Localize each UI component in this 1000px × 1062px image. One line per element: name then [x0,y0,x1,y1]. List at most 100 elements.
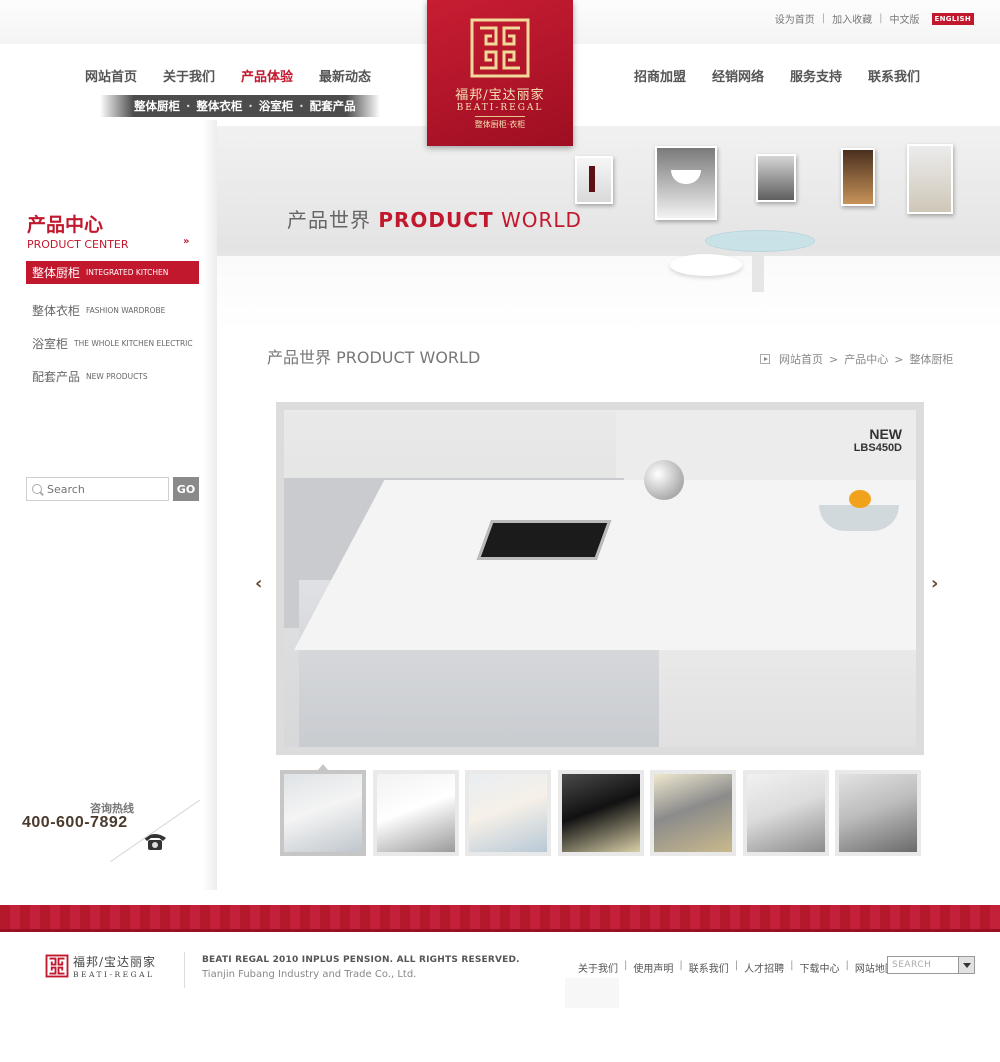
flower-picture-frame [907,144,953,214]
photo-kettle [644,460,684,500]
set-homepage-link[interactable]: 设为首页 [775,11,815,26]
sidebar-search: GO [26,477,199,501]
wine-bottle-shape [589,166,595,192]
sidebar-item-accessories[interactable]: 配套产品 NEW PRODUCTS [26,360,199,393]
kitchen-picture-frame [756,154,796,202]
nav-item-home[interactable]: 网站首页 [85,66,137,85]
product-subnav: 整体厨柜 · 整体衣柜 · 浴室柜 · 配套产品 [100,95,380,117]
footer-logo-text: 福邦/宝达丽家 BEATI-REGAL [73,953,156,979]
thumbnail-sink-faucet[interactable] [835,770,921,856]
banner-glass-table [705,230,815,252]
nav-item-news[interactable]: 最新动态 [319,66,371,85]
thumbnail-kitchen-island[interactable] [280,764,366,856]
new-badge: NEW [869,426,902,442]
double-chevron-right-icon[interactable]: » [183,236,189,247]
breadcrumb-home[interactable]: 网站首页 [779,351,823,367]
footer-search-select[interactable]: SEARCH [887,956,975,974]
subnav-item-bathroom[interactable]: 浴室柜 [259,98,294,114]
banner-title: 产品世界 PRODUCT WORLD [287,204,582,233]
separator: · [186,99,191,113]
footer-link-about[interactable]: 关于我们 [578,960,618,975]
separator: | [734,960,739,971]
separator: · [248,99,253,113]
separator: | [624,960,628,971]
hero-banner: 产品世界 PRODUCT WORLD [215,126,1000,331]
logo-emblem-icon [470,18,530,78]
hotline-decor-line [110,800,200,862]
thumbnail-oven[interactable] [557,770,644,856]
thumbnail-image [839,774,917,852]
company-name: Tianjin Fubang Industry and Trade Co., L… [202,969,417,980]
separator: | [790,960,794,971]
sidebar-item-label-cn: 配套产品 [32,369,81,384]
sidebar-title-cn: 产品中心 [27,214,104,236]
sidebar-item-label-cn: 整体厨柜 [32,265,81,280]
nav-item-dealers[interactable]: 经销网络 [712,66,764,85]
brand-logo[interactable]: 福邦/宝达丽家 BEATI-REGAL 整体厨柜·衣柜 [427,0,573,146]
footer-link-terms[interactable]: 使用声明 [633,960,673,975]
banner-floor [215,256,1000,331]
breadcrumb-kitchen[interactable]: 整体厨柜 [909,351,953,367]
photo-cooktop [476,520,612,560]
sidebar-item-bathroom[interactable]: 浴室柜 THE WHOLE KITCHEN ELECTRIC [26,327,199,360]
sidebar-item-wardrobe[interactable]: 整体衣柜 FASHION WARDROBE [26,294,199,327]
product-main-image: NEW LBS450D [284,410,916,747]
sidebar-item-kitchen[interactable]: 整体厨柜 INTEGRATED KITCHEN [26,261,199,284]
banner-title-en-bold: PRODUCT [378,208,494,232]
banner-pillow [670,254,742,276]
hotline: 咨询热线 400-600-7892 [20,800,200,862]
thumbnail-bar-stools[interactable] [465,770,551,856]
footer-logo-en: BEATI-REGAL [73,970,155,979]
copyright-text: BEATI REGAL 2010 INPLUS PENSION. ALL RIG… [202,955,520,965]
footer-link-jobs[interactable]: 人才招聘 [744,960,784,975]
separator: | [879,13,883,24]
thumbnail-image [376,774,455,852]
sidebar-item-label-cn: 浴室柜 [32,336,69,351]
subnav-item-wardrobe[interactable]: 整体衣柜 [196,98,242,114]
thumbnail-teacup[interactable] [372,770,459,856]
thumbnail-strip [280,764,928,856]
sidebar-item-label-en: INTEGRATED KITCHEN [86,267,169,277]
separator: > [894,352,904,366]
footer-select-value: SEARCH [892,960,932,970]
wine-picture-frame [575,156,613,204]
utility-links: 设为首页 | 加入收藏 | 中文版 ENGLISH [775,11,974,26]
teacup-shape [671,170,701,184]
nav-item-franchise[interactable]: 招商加盟 [634,66,686,85]
footer-link-contact[interactable]: 联系我们 [689,960,729,975]
thumbnail-beige-kitchen[interactable] [650,770,736,856]
thumbnail-woman-coffee[interactable] [742,770,829,856]
copyright: BEATI REGAL 2010 INPLUS PENSION. ALL RIG… [202,955,520,980]
dropdown-arrow-icon[interactable] [958,957,974,973]
footer-logo[interactable]: 福邦/宝达丽家 BEATI-REGAL [45,953,156,979]
previous-arrow-icon[interactable]: ‹ [255,573,269,594]
nav-item-support[interactable]: 服务支持 [790,66,842,85]
nav-item-contact[interactable]: 联系我们 [868,66,920,85]
sidebar-title-en: PRODUCT CENTER [27,238,129,251]
search-icon [32,484,42,494]
sidebar-divider [203,120,217,890]
page-title: 产品世界 PRODUCT WORLD [267,348,481,367]
nav-item-about[interactable]: 关于我们 [163,66,215,85]
footer-logo-emblem-icon [45,954,69,978]
subnav-item-accessories[interactable]: 配套产品 [310,98,356,114]
sidebar-item-label-en: NEW PRODUCTS [86,371,148,381]
breadcrumb-products[interactable]: 产品中心 [844,351,888,367]
nav-item-products[interactable]: 产品体验 [241,66,293,85]
logo-tagline: 整体厨柜·衣柜 [474,116,526,130]
main-nav-right: 招商加盟 经销网络 服务支持 联系我们 [634,66,946,85]
search-input[interactable] [26,477,169,501]
sidebar-item-label-en: FASHION WARDROBE [86,305,166,315]
photo-orange [849,490,871,508]
search-go-button[interactable]: GO [173,477,199,501]
separator: | [679,960,683,971]
add-favorite-link[interactable]: 加入收藏 [832,11,872,26]
banner-title-en-light: WORLD [500,208,582,232]
english-button[interactable]: ENGLISH [931,12,974,25]
next-arrow-icon[interactable]: › [931,573,945,594]
chinese-version-link[interactable]: 中文版 [890,11,920,26]
subnav-item-kitchen[interactable]: 整体厨柜 [134,98,180,114]
footer-link-downloads[interactable]: 下载中心 [800,960,840,975]
logo-text-cn: 福邦/宝达丽家 [455,88,545,103]
footer-pattern-band [0,905,1000,932]
